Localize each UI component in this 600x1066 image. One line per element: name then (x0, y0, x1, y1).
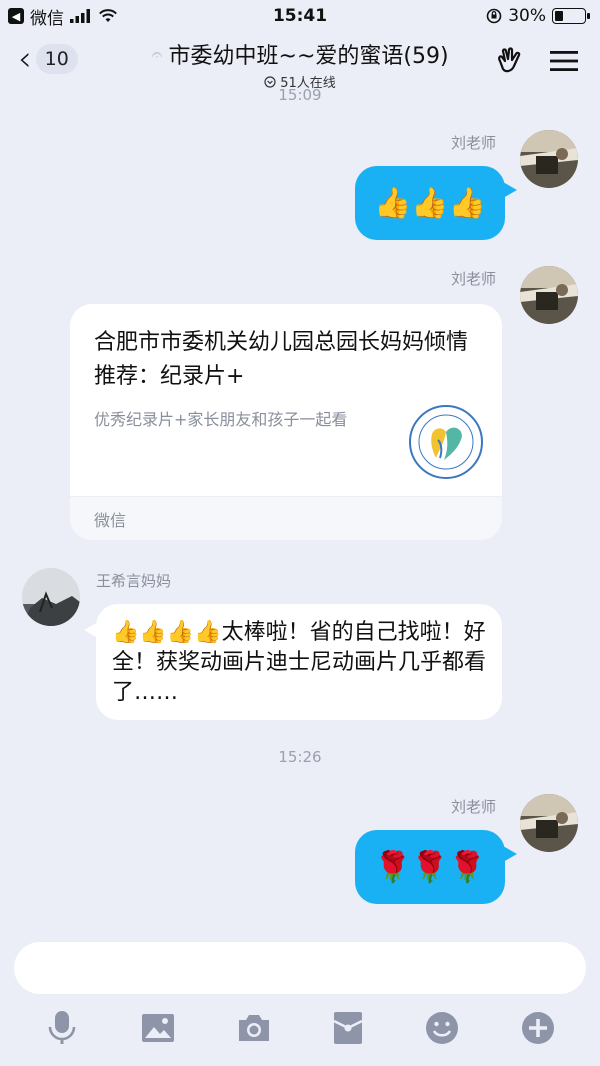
chat-title-area[interactable]: 𝄐 市委幼中班~~爱的蜜语(59) 51人在线 (120, 38, 480, 91)
menu-icon[interactable] (550, 49, 578, 73)
unread-count-badge: 10 (35, 44, 78, 74)
composer-toolbar (0, 1008, 600, 1054)
message-content: 👍👍👍 (373, 185, 487, 221)
carrier-label: 微信 (30, 8, 64, 29)
sender-name: 刘老师 (450, 134, 496, 152)
signal-icon (70, 9, 90, 23)
orientation-lock-icon (486, 8, 502, 24)
mic-icon[interactable] (42, 1008, 82, 1048)
message-bubble[interactable]: 🌹🌹🌹 (355, 830, 517, 904)
emoji-icon[interactable] (422, 1008, 462, 1048)
card-description: 优秀纪录片+家长朋友和孩子一起看 (94, 410, 348, 429)
card-source: 微信 (70, 496, 502, 540)
chevron-left-icon: ‹ (18, 39, 32, 79)
chat-header: ‹ 10 𝄐 市委幼中班~~爱的蜜语(59) 51人在线 (0, 32, 600, 92)
message-bubble[interactable]: 👍👍👍👍太棒啦！省的自己找啦！好全！获奖动画片迪士尼动画片几乎都看了…… (84, 604, 502, 720)
card-title: 合肥市市委机关幼儿园总园长妈妈倾情推荐：纪录片+ (94, 330, 469, 389)
message-bubble[interactable]: 👍👍👍 (355, 166, 517, 240)
timestamp: 15:09 (278, 86, 322, 104)
group-title: 市委幼中班~~爱的蜜语(59) (168, 44, 449, 69)
red-packet-icon[interactable] (328, 1008, 368, 1048)
shared-link-card[interactable]: 合肥市市委机关幼儿园总园长妈妈倾情推荐：纪录片+ 优秀纪录片+家长朋友和孩子一起… (70, 304, 502, 540)
status-bar: ◀ 微信 15:41 30% (0, 0, 600, 32)
camera-icon[interactable] (234, 1008, 274, 1048)
sender-name: 刘老师 (450, 270, 496, 288)
sender-name: 刘老师 (450, 798, 496, 816)
back-button[interactable]: ‹ 10 (18, 42, 78, 76)
battery-percent: 30% (508, 6, 546, 26)
avatar[interactable] (520, 130, 578, 188)
hand-gesture-icon[interactable] (494, 46, 524, 76)
timestamp: 15:26 (278, 748, 322, 766)
message-input[interactable] (14, 942, 586, 994)
avatar[interactable] (520, 266, 578, 324)
kindergarten-logo-icon (408, 404, 484, 480)
wifi-icon (99, 9, 117, 22)
composer (0, 930, 600, 1066)
avatar[interactable] (520, 794, 578, 852)
message-content: 🌹🌹🌹 (373, 849, 487, 885)
avatar[interactable] (22, 568, 80, 626)
ear-icon: 𝄐 (151, 42, 163, 66)
battery-icon (552, 8, 590, 24)
message-text: 👍👍👍👍太棒啦！省的自己找啦！好全！获奖动画片迪士尼动画片几乎都看了…… (112, 620, 487, 705)
sender-name: 王希言妈妈 (96, 572, 172, 590)
image-icon[interactable] (138, 1008, 178, 1048)
plus-icon[interactable] (518, 1008, 558, 1048)
back-app-icon[interactable]: ◀ (8, 8, 24, 24)
